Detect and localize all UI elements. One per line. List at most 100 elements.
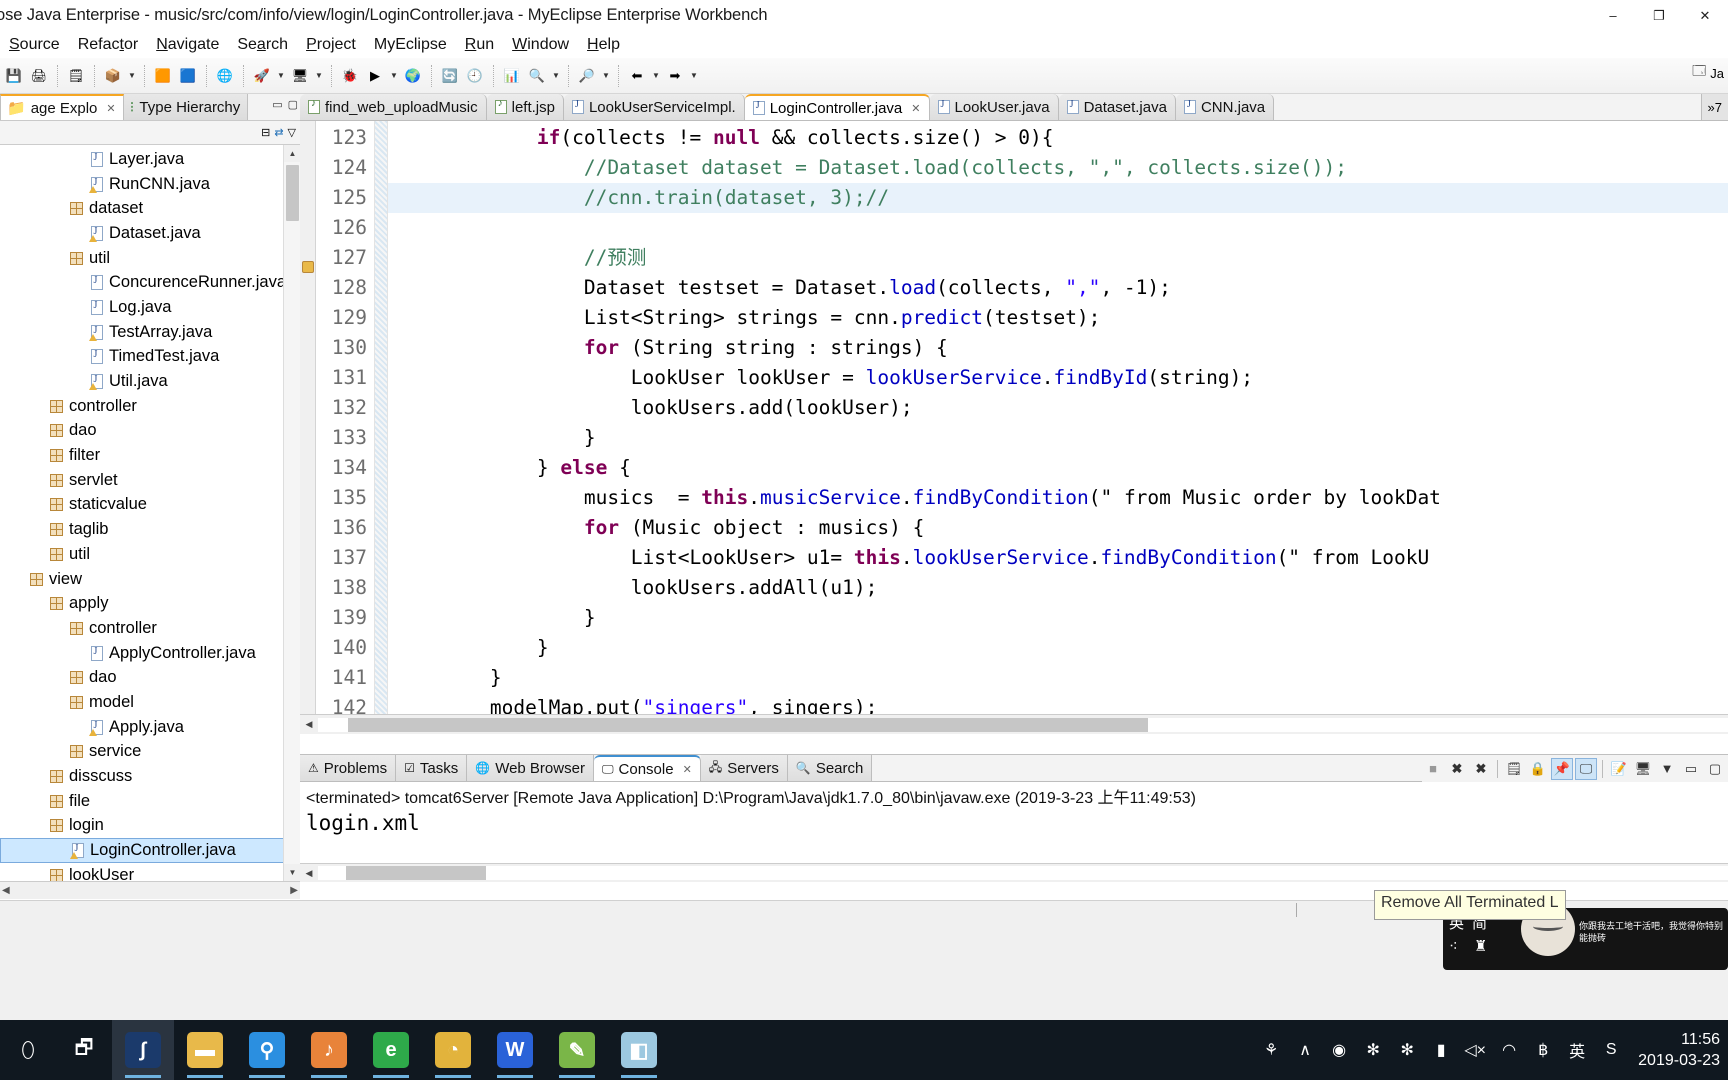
tree-item-log-java[interactable]: Log.java	[0, 295, 300, 320]
tree-item-dao[interactable]: dao	[0, 665, 300, 690]
maximize-button[interactable]: ❐	[1636, 0, 1682, 31]
scroll-thumb[interactable]	[286, 165, 299, 221]
tree-item-lookuser[interactable]: lookUser	[0, 863, 300, 881]
browser-icon[interactable]: 🔍	[525, 64, 549, 88]
message-tray-icon-1[interactable]: ✻	[1356, 1020, 1390, 1080]
tree-item-controller[interactable]: controller	[0, 394, 300, 419]
code-folding-column[interactable]	[374, 121, 388, 734]
forward-nav-dropdown-icon[interactable]: ▼	[688, 64, 700, 88]
volume-muted-tray-icon[interactable]: ◁×	[1458, 1020, 1492, 1080]
deploy-dropdown-icon[interactable]: ▼	[275, 64, 287, 88]
editor-tab-logincontroller-java[interactable]: LoginController.java ✕	[744, 94, 930, 120]
menu-help[interactable]: Help	[578, 34, 629, 56]
close-button[interactable]: ✕	[1682, 0, 1728, 31]
tree-item-service[interactable]: service	[0, 740, 300, 765]
editor-tab-cnn-java[interactable]: CNN.java	[1175, 94, 1275, 120]
tree-item-runcnn-java[interactable]: RunCNN.java	[0, 172, 300, 197]
editor-horizontal-scrollbar[interactable]: ◀	[300, 714, 1728, 734]
file-explorer-taskbar-icon[interactable]: ▬	[174, 1020, 236, 1080]
code-line[interactable]: }	[388, 423, 1728, 453]
deploy-icon[interactable]: 🚀	[250, 64, 274, 88]
tree-item-view[interactable]: view	[0, 567, 300, 592]
editor-more-tabs-button[interactable]: »7	[1700, 94, 1728, 120]
windows-start-icon[interactable]: ⬯	[0, 1020, 56, 1080]
history-icon[interactable]: 🕘	[463, 64, 487, 88]
code-line[interactable]: //cnn.train(dataset, 3);//	[388, 183, 1728, 213]
close-icon[interactable]: ✕	[106, 102, 115, 115]
code-line[interactable]	[388, 213, 1728, 243]
new-wizard-dropdown-icon[interactable]: ▼	[126, 64, 138, 88]
code-line[interactable]: if(collects != null && collects.size() >…	[388, 123, 1728, 153]
web20-icon[interactable]: 🌐	[213, 64, 237, 88]
sogou-taskbar-icon[interactable]: ◔	[422, 1020, 484, 1080]
code-line[interactable]: musics = this.musicService.findByConditi…	[388, 483, 1728, 513]
close-icon[interactable]: ✕	[683, 763, 692, 776]
tree-item-util[interactable]: util	[0, 542, 300, 567]
code-line[interactable]: List<LookUser> u1= this.lookUserService.…	[388, 543, 1728, 573]
scroll-track[interactable]	[318, 866, 1728, 880]
console-tab-search[interactable]: 🔍 Search	[787, 755, 873, 781]
display-selected-console-icon[interactable]: 🖵	[1575, 757, 1597, 780]
jar-icon[interactable]: 🟦	[176, 64, 200, 88]
debug-icon[interactable]: 🐞	[338, 64, 362, 88]
scroll-down-icon[interactable]: ▼	[284, 864, 300, 881]
console-tab-problems[interactable]: ⚠ Problems	[300, 755, 397, 781]
collapse-all-icon[interactable]: ⊟	[261, 126, 270, 139]
tree-item-taglib[interactable]: taglib	[0, 517, 300, 542]
tab-package-explorer[interactable]: 📁 age Explo ✕	[0, 94, 124, 120]
pin-console-icon[interactable]: 📌	[1551, 757, 1573, 780]
code-line[interactable]: for (String string : strings) {	[388, 333, 1728, 363]
code-line[interactable]: Dataset testset = Dataset.load(collects,…	[388, 273, 1728, 303]
code-line[interactable]: } else {	[388, 453, 1728, 483]
scroll-lock-icon[interactable]: 🔒	[1527, 758, 1549, 780]
code-line[interactable]: }	[388, 663, 1728, 693]
view-menu-icon[interactable]: ▽	[288, 126, 296, 139]
ie-browser-taskbar-icon[interactable]: e	[360, 1020, 422, 1080]
globe-icon[interactable]: 🌍	[401, 64, 425, 88]
menu-refactor[interactable]: Refactor	[69, 34, 147, 56]
back-nav-icon[interactable]: ⬅	[625, 64, 649, 88]
sogou-tray-icon[interactable]: S	[1594, 1020, 1628, 1080]
project-tree[interactable]: ▲ ▼ Layer.java RunCNN.java dataset Dataset.…	[0, 145, 300, 881]
message-tray-icon-2[interactable]: ✻	[1390, 1020, 1424, 1080]
warning-marker-icon[interactable]	[302, 261, 314, 273]
new-console-view-icon[interactable]: 🖥	[1632, 758, 1654, 780]
tree-item-util[interactable]: util	[0, 246, 300, 271]
open-console-icon[interactable]: 📝	[1608, 758, 1630, 780]
clear-console-icon[interactable]: 🗒	[1503, 758, 1525, 780]
menu-myeclipse[interactable]: MyEclipse	[365, 34, 456, 56]
save-icon[interactable]: 💾	[2, 64, 26, 88]
search-toolbar-icon[interactable]: 🔎	[575, 64, 599, 88]
qq-tray-icon[interactable]: ◉	[1322, 1020, 1356, 1080]
minimize-button[interactable]: –	[1590, 0, 1636, 31]
ime-tool-icons[interactable]: ⁖ ♜	[1449, 937, 1515, 955]
ime-language-tray-icon[interactable]: 英	[1560, 1020, 1594, 1080]
editor-annotation-ruler[interactable]	[300, 121, 316, 734]
tree-item-timedtest-java[interactable]: TimedTest.java	[0, 345, 300, 370]
media-taskbar-icon[interactable]: ♪	[298, 1020, 360, 1080]
code-line[interactable]: }	[388, 603, 1728, 633]
myeclipse-taskbar-icon[interactable]: ∫	[112, 1020, 174, 1080]
tab-type-hierarchy[interactable]: ⁝ Type Hierarchy	[123, 94, 249, 120]
terminate-icon[interactable]: ■	[1422, 758, 1444, 780]
build-icon[interactable]: 🗒	[64, 64, 88, 88]
print-icon[interactable]: 🖨	[27, 64, 51, 88]
tree-item-file[interactable]: file	[0, 789, 300, 814]
editor-taskbar-icon[interactable]: ◧	[608, 1020, 670, 1080]
sync-icon[interactable]: 🔄	[438, 64, 462, 88]
code-line[interactable]: //Dataset dataset = Dataset.load(collect…	[388, 153, 1728, 183]
scroll-thumb[interactable]	[348, 717, 1148, 732]
everything-search-taskbar-icon[interactable]: ⚲	[236, 1020, 298, 1080]
tree-item-disscuss[interactable]: disscuss	[0, 764, 300, 789]
maximize-icon[interactable]: ▢	[1704, 758, 1726, 780]
code-line[interactable]: List<String> strings = cnn.predict(tests…	[388, 303, 1728, 333]
wps-taskbar-icon[interactable]: W	[484, 1020, 546, 1080]
forward-nav-icon[interactable]: ➡	[663, 64, 687, 88]
package-icon[interactable]: 🟧	[151, 64, 175, 88]
code-line[interactable]: //预测	[388, 243, 1728, 273]
tree-item-login[interactable]: login	[0, 814, 300, 839]
scroll-right-icon[interactable]: ▶	[290, 885, 298, 896]
tree-vertical-scrollbar[interactable]: ▲ ▼	[283, 145, 300, 881]
tree-item-dataset-java[interactable]: Dataset.java	[0, 221, 300, 246]
code-line[interactable]: lookUsers.add(lookUser);	[388, 393, 1728, 423]
